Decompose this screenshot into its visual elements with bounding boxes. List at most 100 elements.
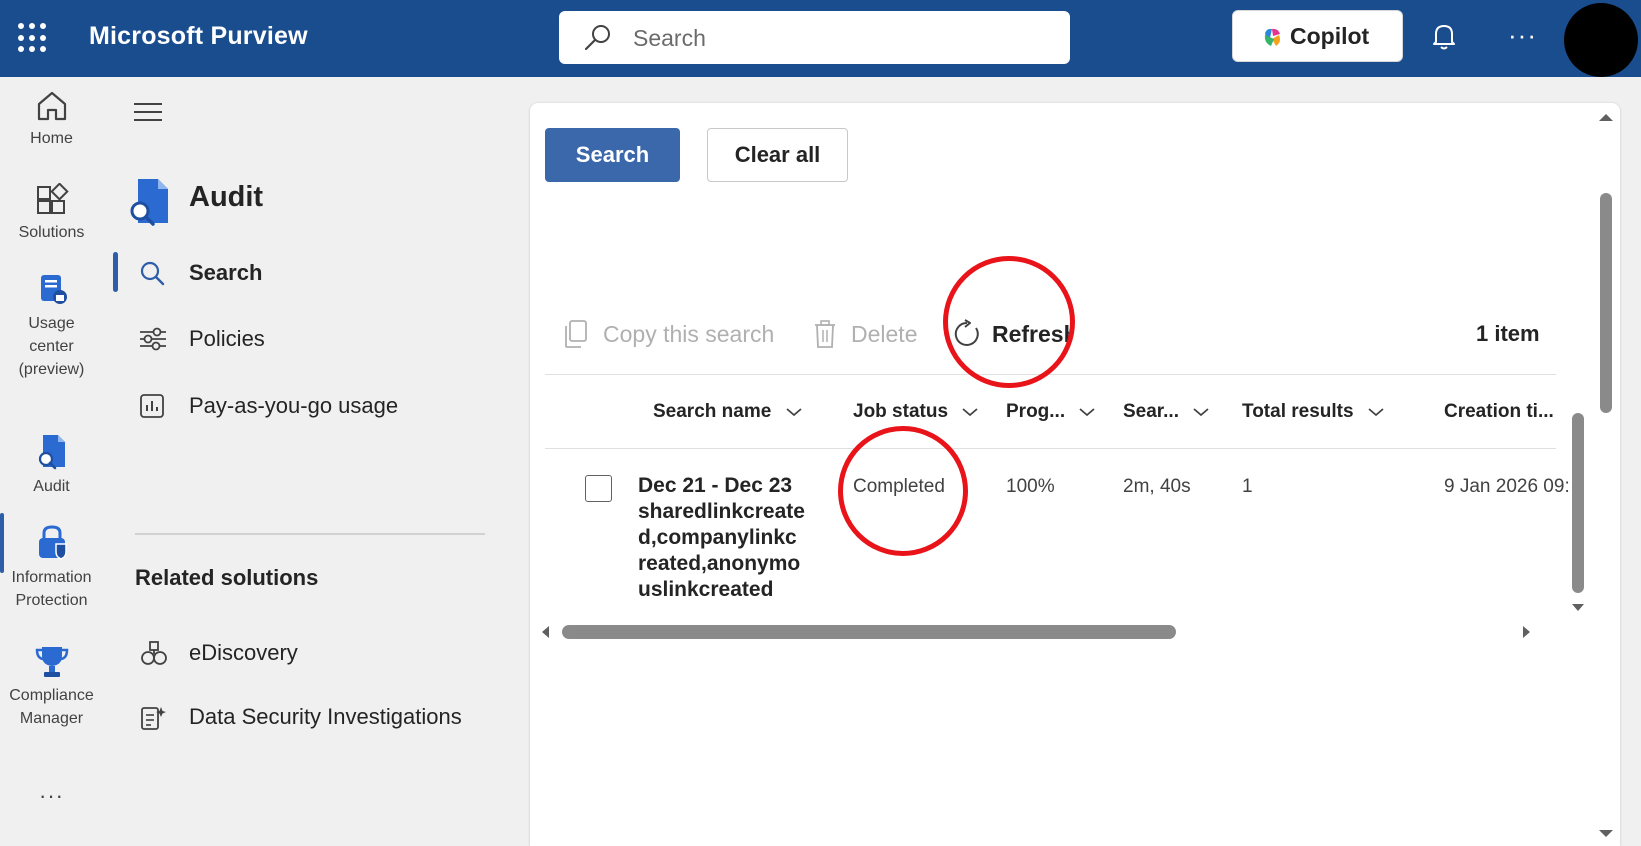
rail-label-usage-center: Usage center (preview)	[0, 312, 103, 381]
left-nav-panel: Audit Search Policies Pay-as-you-go usag…	[107, 77, 507, 846]
nav-item-pay-as-you-go[interactable]: Pay-as-you-go usage	[127, 383, 497, 427]
rail-item-usage-center[interactable]: Usage center (preview)	[0, 272, 103, 381]
table-horizontal-scrollbar[interactable]	[530, 621, 1530, 641]
column-header-label: Total results	[1242, 401, 1354, 422]
job-status-cell: Completed	[853, 476, 945, 497]
row-checkbox[interactable]	[585, 475, 612, 502]
rail-more-icon[interactable]: ···	[0, 783, 103, 809]
nav-active-indicator	[113, 252, 118, 292]
search-name-line: d,companylinkc	[638, 526, 797, 549]
refresh-icon	[954, 319, 979, 346]
column-header-search-time[interactable]: Sear...	[1123, 401, 1210, 423]
toolbar-divider	[545, 374, 1556, 375]
rail-label-line: Information	[11, 569, 92, 586]
page-vertical-scrollbar[interactable]	[1600, 193, 1612, 413]
total-results-cell: 1	[1242, 476, 1253, 497]
copilot-icon	[1264, 28, 1280, 46]
rail-label-line: Compliance	[9, 687, 94, 704]
audit-icon	[38, 435, 65, 470]
column-header-search-name[interactable]: Search name	[653, 401, 803, 423]
usage-center-icon	[40, 275, 67, 304]
creation-time-cell: 9 Jan 2026 09:	[1444, 476, 1570, 497]
notification-bell-icon[interactable]	[1431, 22, 1457, 52]
rail-label-audit: Audit	[33, 478, 70, 495]
search-icon	[584, 25, 610, 51]
rail-label-home: Home	[30, 130, 73, 147]
rail-label-line: Manager	[19, 710, 84, 727]
nav-label-data-security-investigations: Data Security Investigations	[189, 704, 462, 729]
search-placeholder: Search	[633, 25, 706, 51]
related-solutions-heading: Related solutions	[135, 565, 319, 590]
horizontal-scroll-thumb[interactable]	[562, 625, 1176, 639]
copy-icon	[565, 320, 587, 348]
page-scroll-down-icon[interactable]	[1597, 827, 1615, 839]
rail-label-compliance-manager: Compliance Manager	[0, 684, 103, 730]
nav-item-policies[interactable]: Policies	[127, 316, 497, 360]
rail-label-line: Protection	[15, 592, 88, 609]
nav-label-ediscovery: eDiscovery	[189, 640, 298, 665]
search-icon	[140, 261, 165, 286]
search-name-line: uslinkcreated	[638, 578, 774, 601]
search-name-line: reated,anonymo	[638, 552, 801, 575]
delete-label: Delete	[851, 321, 918, 347]
top-bar: Microsoft Purview Search Copilot ···	[0, 0, 1641, 77]
solutions-icon	[36, 183, 69, 214]
user-avatar[interactable]	[1564, 3, 1638, 77]
column-header-label: Creation ti...	[1444, 401, 1554, 422]
app-title[interactable]: Microsoft Purview	[89, 22, 308, 51]
clear-all-button[interactable]: Clear all	[707, 128, 848, 182]
ediscovery-icon	[141, 641, 167, 665]
nav-divider	[135, 533, 485, 535]
rail-item-home[interactable]: Home	[0, 89, 103, 150]
item-count: 1 item	[1476, 321, 1540, 346]
sliders-icon	[140, 327, 166, 351]
chart-icon	[140, 394, 164, 418]
rail-label-solutions: Solutions	[18, 224, 85, 241]
app-launcher-icon[interactable]	[18, 23, 48, 53]
chevron-down-icon	[1079, 408, 1095, 417]
rail-item-information-protection[interactable]: Information Protection	[0, 524, 103, 612]
search-time-cell: 2m, 40s	[1123, 476, 1191, 497]
rail-item-audit[interactable]: Audit	[0, 433, 103, 498]
main-content-card: Search Clear all Copy this search Delete…	[530, 103, 1620, 846]
column-header-creation-time[interactable]: Creation ti...	[1444, 401, 1554, 423]
rail-item-solutions[interactable]: Solutions	[0, 183, 103, 244]
scroll-right-arrow-icon[interactable]	[1520, 624, 1532, 640]
copilot-button[interactable]: Copilot	[1232, 10, 1403, 62]
rail-label-line: (preview)	[18, 361, 85, 378]
search-name-line: sharedlinkcreate	[638, 500, 805, 523]
column-header-total-results[interactable]: Total results	[1242, 401, 1385, 423]
nav-label-pay-as-you-go: Pay-as-you-go usage	[189, 393, 399, 418]
search-name-title: Dec 21 - Dec 23	[638, 474, 793, 497]
column-header-label: Sear...	[1123, 401, 1179, 422]
scroll-down-arrow-icon[interactable]	[1570, 601, 1586, 613]
data-security-icon	[141, 707, 166, 730]
trash-icon	[815, 320, 835, 348]
scroll-left-arrow-icon[interactable]	[540, 624, 552, 640]
compliance-manager-icon	[35, 647, 68, 677]
nav-item-search[interactable]: Search	[127, 250, 497, 294]
column-header-label: Prog...	[1006, 401, 1066, 422]
information-protection-icon	[38, 525, 67, 560]
audit-icon	[130, 179, 168, 226]
column-header-job-status[interactable]: Job status	[853, 401, 979, 423]
nav-label-policies: Policies	[189, 326, 265, 351]
rail-label-information-protection: Information Protection	[0, 566, 103, 612]
collapse-nav-icon[interactable]	[134, 102, 162, 122]
global-search-input[interactable]: Search	[559, 11, 1070, 64]
search-button[interactable]: Search	[545, 128, 680, 182]
rail-item-compliance-manager[interactable]: Compliance Manager	[0, 644, 103, 730]
copilot-label: Copilot	[1290, 23, 1370, 49]
nav-item-data-security-investigations[interactable]: Data Security Investigations	[127, 694, 497, 738]
nav-item-ediscovery[interactable]: eDiscovery	[127, 630, 497, 674]
refresh-label: Refresh	[992, 321, 1069, 347]
table-vertical-scrollbar[interactable]	[1572, 413, 1584, 593]
table-row[interactable]: Dec 21 - Dec 23 sharedlinkcreate d,compa…	[545, 449, 1575, 601]
left-rail: Home Solutions Usage center (preview) Au…	[0, 77, 107, 846]
search-name-cell[interactable]: Dec 21 - Dec 23 sharedlinkcreate d,compa…	[638, 473, 813, 603]
chevron-down-icon	[1368, 408, 1384, 417]
page-scroll-up-icon[interactable]	[1597, 111, 1615, 123]
column-header-progress[interactable]: Prog...	[1006, 401, 1096, 423]
rail-label-line: center	[29, 338, 74, 355]
more-options-icon[interactable]: ···	[1508, 20, 1537, 51]
